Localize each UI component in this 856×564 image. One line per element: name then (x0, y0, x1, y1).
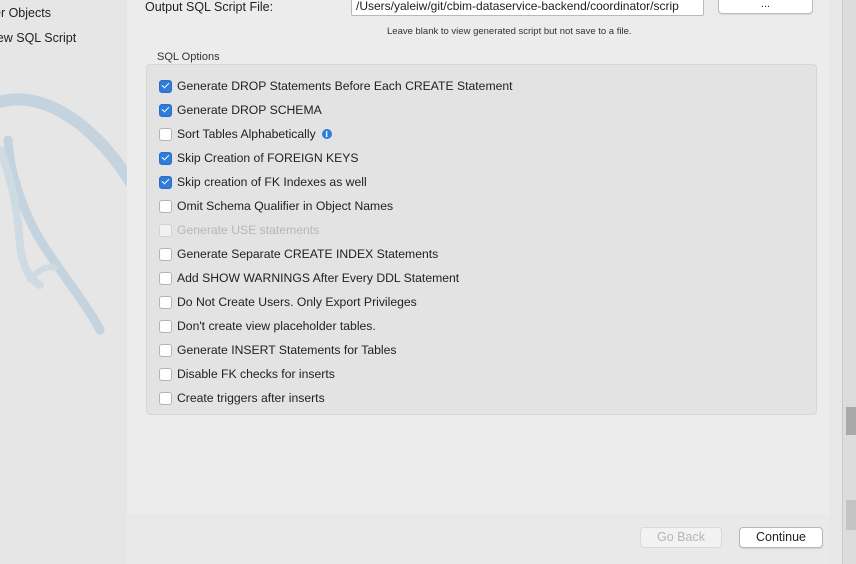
browse-button[interactable]: ... (718, 0, 813, 14)
option-row-no-view-placeholder[interactable]: Don't create view placeholder tables. (159, 318, 376, 334)
output-file-path-input[interactable]: /Users/yaleiw/git/cbim-dataservice-backe… (351, 0, 704, 16)
option-label: Generate DROP SCHEMA (177, 103, 322, 117)
generate-use-checkbox (159, 223, 172, 237)
option-label: Do Not Create Users. Only Export Privile… (177, 295, 417, 309)
sort-tables-checkbox[interactable] (159, 127, 172, 141)
disable-fk-checks-checkbox[interactable] (159, 367, 172, 381)
option-label: Add SHOW WARNINGS After Every DDL Statem… (177, 271, 460, 285)
option-row-drop-schema[interactable]: Generate DROP SCHEMA (159, 102, 322, 118)
sidebar: er Objects iew SQL Script (0, 0, 127, 564)
background-window (842, 0, 856, 564)
omit-schema-qualifier-checkbox[interactable] (159, 199, 172, 213)
option-label: Generate INSERT Statements for Tables (177, 343, 397, 357)
separate-create-index-checkbox[interactable] (159, 247, 172, 261)
option-label: Generate Separate CREATE INDEX Statement… (177, 247, 439, 261)
option-label: Sort Tables Alphabetically (177, 127, 316, 141)
no-create-users-checkbox[interactable] (159, 295, 172, 309)
sql-options-title: SQL Options (157, 51, 220, 63)
option-label: Generate USE statements (177, 223, 320, 237)
mysql-dolphin-logo (0, 93, 127, 335)
option-label: Generate DROP Statements Before Each CRE… (177, 79, 513, 93)
skip-foreign-keys-checkbox[interactable] (159, 151, 172, 165)
option-row-sort-tables[interactable]: Sort Tables Alphabetically i (159, 126, 332, 142)
option-row-omit-schema-qualifier[interactable]: Omit Schema Qualifier in Object Names (159, 198, 393, 214)
option-row-generate-use: Generate USE statements (159, 222, 319, 238)
option-label: Create triggers after inserts (177, 391, 325, 405)
drop-statements-checkbox[interactable] (159, 79, 172, 93)
continue-button[interactable]: Continue (739, 527, 823, 548)
option-label: Skip creation of FK Indexes as well (177, 175, 367, 189)
option-row-skip-foreign-keys[interactable]: Skip Creation of FOREIGN KEYS (159, 150, 359, 166)
option-row-generate-insert[interactable]: Generate INSERT Statements for Tables (159, 342, 397, 358)
generate-insert-checkbox[interactable] (159, 343, 172, 357)
sidebar-item-objects[interactable]: er Objects (0, 6, 51, 20)
info-icon[interactable]: i (321, 129, 332, 139)
option-label: Disable FK checks for inserts (177, 367, 335, 381)
footer-bar (127, 514, 830, 564)
skip-fk-indexes-checkbox[interactable] (159, 175, 172, 189)
create-triggers-after-inserts-checkbox[interactable] (159, 391, 172, 405)
option-row-no-create-users[interactable]: Do Not Create Users. Only Export Privile… (159, 294, 417, 310)
drop-schema-checkbox[interactable] (159, 103, 172, 117)
option-label: Don't create view placeholder tables. (177, 319, 376, 333)
go-back-button[interactable]: Go Back (640, 527, 722, 548)
option-label: Omit Schema Qualifier in Object Names (177, 199, 394, 213)
no-view-placeholder-checkbox[interactable] (159, 319, 172, 333)
option-label: Skip Creation of FOREIGN KEYS (177, 151, 359, 165)
option-row-disable-fk-checks[interactable]: Disable FK checks for inserts (159, 366, 335, 382)
option-row-drop-statements[interactable]: Generate DROP Statements Before Each CRE… (159, 78, 513, 94)
output-file-label: Output SQL Script File: (145, 0, 274, 14)
option-row-create-triggers-after-inserts[interactable]: Create triggers after inserts (159, 390, 325, 406)
background-window-tab (846, 500, 856, 530)
option-row-skip-fk-indexes[interactable]: Skip creation of FK Indexes as well (159, 174, 367, 190)
option-row-separate-create-index[interactable]: Generate Separate CREATE INDEX Statement… (159, 246, 438, 262)
background-window-tab (846, 407, 856, 435)
option-row-show-warnings[interactable]: Add SHOW WARNINGS After Every DDL Statem… (159, 270, 459, 286)
output-file-hint: Leave blank to view generated script but… (387, 26, 632, 37)
sidebar-item-review-sql-script[interactable]: iew SQL Script (0, 31, 76, 45)
show-warnings-checkbox[interactable] (159, 271, 172, 285)
